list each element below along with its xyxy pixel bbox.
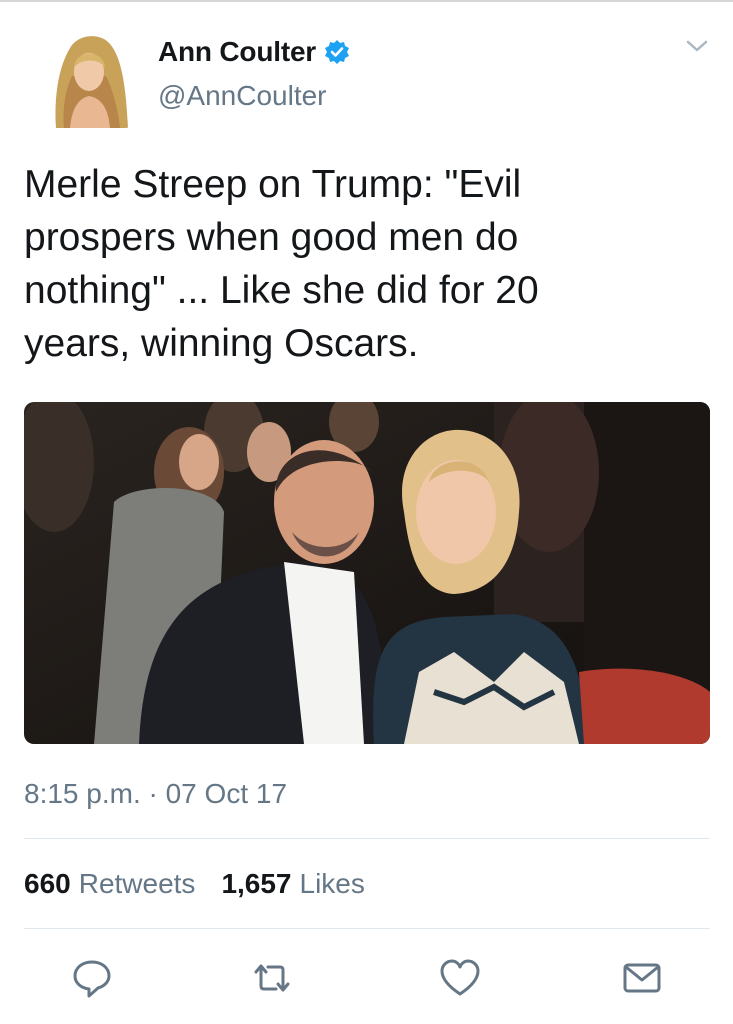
divider — [24, 928, 710, 929]
likes-label: Likes — [299, 868, 365, 899]
author-name-row[interactable]: Ann Coulter — [158, 36, 350, 68]
author-name[interactable]: Ann Coulter — [158, 36, 316, 68]
likes-stat[interactable]: 1,657 Likes — [221, 868, 364, 900]
author-handle[interactable]: @AnnCoulter — [158, 80, 327, 112]
retweet-icon[interactable] — [250, 956, 294, 1000]
action-bar — [0, 950, 733, 1010]
share-icon[interactable] — [620, 956, 664, 1000]
divider — [24, 838, 710, 839]
like-icon[interactable] — [438, 956, 482, 1000]
chevron-down-icon[interactable] — [684, 36, 710, 56]
retweets-label: Retweets — [78, 868, 196, 899]
tweet-text: Merle Streep on Trump: "Evil prospers wh… — [24, 163, 539, 365]
tweet-timestamp[interactable]: 8:15 p.m. · 07 Oct 17 — [24, 778, 287, 810]
likes-count: 1,657 — [221, 868, 292, 899]
top-border — [0, 0, 733, 2]
retweets-stat[interactable]: 660 Retweets — [24, 868, 195, 900]
tweet-stats: 660 Retweets 1,657 Likes — [24, 868, 391, 900]
tweet-photo[interactable] — [24, 402, 710, 744]
reply-icon[interactable] — [70, 956, 114, 1000]
avatar[interactable] — [48, 28, 130, 128]
verified-badge-icon — [324, 39, 350, 65]
retweets-count: 660 — [24, 868, 71, 899]
